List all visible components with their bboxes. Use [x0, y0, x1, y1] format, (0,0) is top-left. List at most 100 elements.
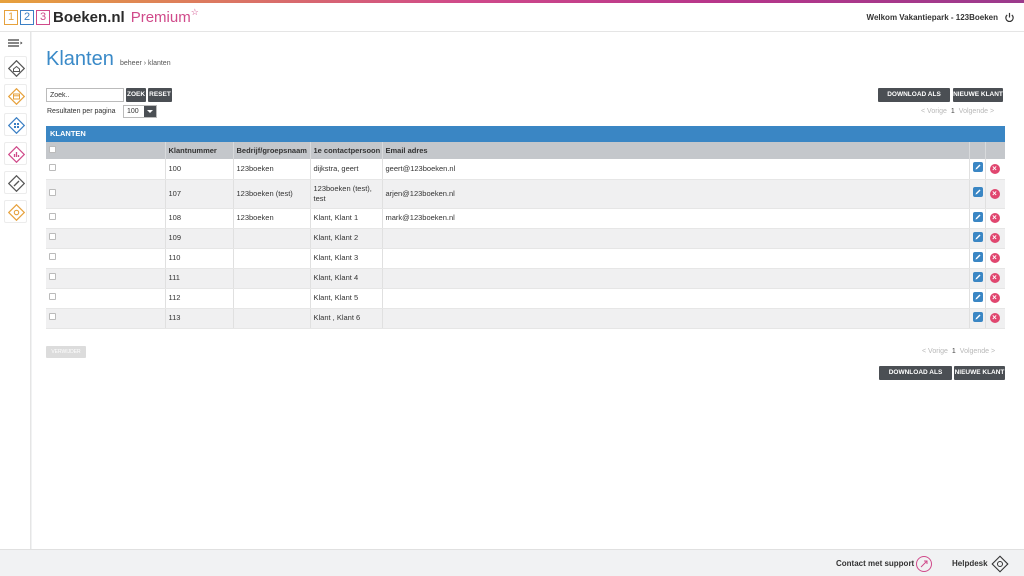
breadcrumb[interactable]: beheer › klanten — [120, 60, 171, 67]
table-row[interactable]: 110 Klant, Klant 3 × — [46, 248, 1005, 269]
column-header-klantnummer[interactable]: Klantnummer — [165, 142, 234, 159]
table-row[interactable]: 111 Klant, Klant 4 × — [46, 268, 1005, 289]
row-checkbox[interactable] — [49, 313, 56, 320]
contact-support-link[interactable]: Contact met support — [836, 559, 914, 568]
row-checkbox[interactable] — [49, 188, 56, 196]
logo[interactable]: 1 2 3 Boeken.nl Premium ☆ — [4, 7, 199, 26]
sidebar-item-calendar[interactable] — [4, 84, 27, 107]
calendar-icon — [8, 88, 25, 105]
row-select-cell — [46, 308, 166, 329]
column-header-contactpersoon[interactable]: 1e contactpersoon — [310, 142, 383, 159]
edit-icon[interactable] — [972, 251, 983, 262]
table-row[interactable]: 109 Klant, Klant 2 × — [46, 228, 1005, 249]
sidebar-item-reports[interactable] — [4, 142, 27, 165]
row-checkbox[interactable] — [49, 213, 56, 220]
column-header-bedrijf[interactable]: Bedrijf/groepsnaam — [233, 142, 311, 159]
cell-contactpersoon: dijkstra, geert — [310, 159, 383, 180]
main-content: Klanten beheer › klanten ZOEK RESET Resu… — [32, 32, 1024, 549]
sidebar-item-settings[interactable] — [4, 200, 27, 223]
row-select-cell — [46, 208, 166, 229]
cell-bedrijf — [233, 248, 311, 269]
results-per-page-value: 100 — [127, 108, 139, 115]
table-row[interactable]: 108 123boeken Klant, Klant 1 mark@123boeken… — [46, 208, 1005, 229]
row-checkbox[interactable] — [49, 233, 56, 240]
row-checkbox[interactable] — [49, 293, 56, 300]
row-select-cell — [46, 248, 166, 269]
edit-cell — [969, 248, 986, 269]
grid-icon — [8, 117, 25, 134]
edit-cell — [969, 268, 986, 289]
row-checkbox[interactable] — [49, 163, 56, 171]
delete-cell: × — [985, 159, 1005, 180]
edit-cell — [969, 288, 986, 309]
row-checkbox[interactable] — [49, 253, 56, 260]
star-icon: ☆ — [190, 7, 199, 17]
edit-cell — [969, 228, 986, 249]
edit-icon[interactable] — [972, 311, 983, 322]
delete-icon[interactable]: × — [989, 233, 1000, 243]
column-header-email[interactable]: Email adres — [382, 142, 970, 159]
sidebar-item-home[interactable] — [4, 56, 27, 79]
cell-klantnummer: 107 — [165, 179, 234, 209]
logo-digit-1: 1 — [4, 10, 18, 25]
helpdesk-icon[interactable] — [991, 555, 1009, 573]
pagination-top: < Vorige 1 Volgende > — [921, 108, 994, 115]
reset-button[interactable]: RESET — [148, 88, 172, 102]
results-per-page-label: Resultaten per pagina — [47, 108, 116, 115]
rocket-icon[interactable] — [915, 555, 933, 573]
helpdesk-link[interactable]: Helpdesk — [952, 559, 988, 568]
delete-icon[interactable]: × — [989, 273, 1000, 283]
edit-icon[interactable] — [972, 271, 983, 282]
pager-current: 1 — [950, 108, 955, 115]
results-per-page-select[interactable]: 100 — [123, 105, 157, 118]
download-excel-button-bottom[interactable]: DOWNLOAD ALS EXCEL — [879, 366, 952, 390]
cell-email — [382, 248, 970, 269]
delete-icon[interactable]: × — [989, 313, 1000, 323]
delete-selected-button[interactable]: VERWIJDER — [46, 346, 86, 358]
pager-next[interactable]: Volgende > — [960, 348, 995, 355]
cell-email — [382, 288, 970, 309]
new-customer-button-top[interactable]: NIEUWE KLANT — [953, 88, 1003, 102]
edit-icon[interactable] — [972, 187, 983, 197]
row-checkbox[interactable] — [49, 273, 56, 280]
sidebar-item-products[interactable] — [4, 171, 27, 194]
search-input[interactable] — [46, 88, 124, 102]
power-icon[interactable] — [1004, 12, 1015, 23]
download-excel-button-top[interactable]: DOWNLOAD ALS EXCEL — [878, 88, 950, 112]
edit-cell — [969, 308, 986, 329]
cell-contactpersoon: Klant, Klant 1 — [310, 208, 383, 229]
delete-icon[interactable]: × — [989, 253, 1000, 263]
delete-cell: × — [985, 288, 1005, 309]
cell-klantnummer: 108 — [165, 208, 234, 229]
select-all-checkbox[interactable] — [49, 146, 56, 153]
edit-icon[interactable] — [972, 291, 983, 302]
pagination-bottom: < Vorige 1 Volgende > — [922, 348, 995, 355]
search-button[interactable]: ZOEK — [126, 88, 146, 102]
sidebar-item-overview[interactable] — [4, 113, 27, 136]
table-row[interactable]: 107 123boeken (test) 123boeken (test), tes… — [46, 179, 1005, 209]
edit-icon[interactable] — [972, 211, 983, 222]
cell-contactpersoon: Klant, Klant 4 — [310, 268, 383, 289]
welcome-text: Welkom Vakantiepark - 123Boeken — [866, 13, 998, 22]
edit-icon[interactable] — [972, 162, 983, 173]
pager-prev[interactable]: < Vorige — [922, 348, 948, 355]
pager-next[interactable]: Volgende > — [959, 108, 994, 115]
delete-icon[interactable]: × — [989, 163, 1000, 174]
delete-icon[interactable]: × — [989, 293, 1000, 303]
table-row[interactable]: 100 123boeken dijkstra, geert geert@123boek… — [46, 159, 1005, 180]
logo-brand-text: Boeken.nl — [53, 9, 125, 26]
delete-cell: × — [985, 208, 1005, 229]
cell-contactpersoon: Klant , Klant 6 — [310, 308, 383, 329]
cell-email — [382, 228, 970, 249]
delete-cell: × — [985, 248, 1005, 269]
pager-prev[interactable]: < Vorige — [921, 108, 947, 115]
table-row[interactable]: 112 Klant, Klant 5 × — [46, 288, 1005, 309]
cell-email: geert@123boeken.nl — [382, 159, 970, 180]
menu-toggle-icon[interactable] — [6, 36, 24, 50]
delete-icon[interactable]: × — [989, 213, 1000, 223]
page-title: Klanten — [46, 48, 114, 70]
table-row[interactable]: 113 Klant , Klant 6 × — [46, 308, 1005, 329]
delete-icon[interactable]: × — [989, 188, 1000, 199]
new-customer-button-bottom[interactable]: NIEUWE KLANT — [954, 366, 1005, 380]
edit-icon[interactable] — [972, 231, 983, 242]
